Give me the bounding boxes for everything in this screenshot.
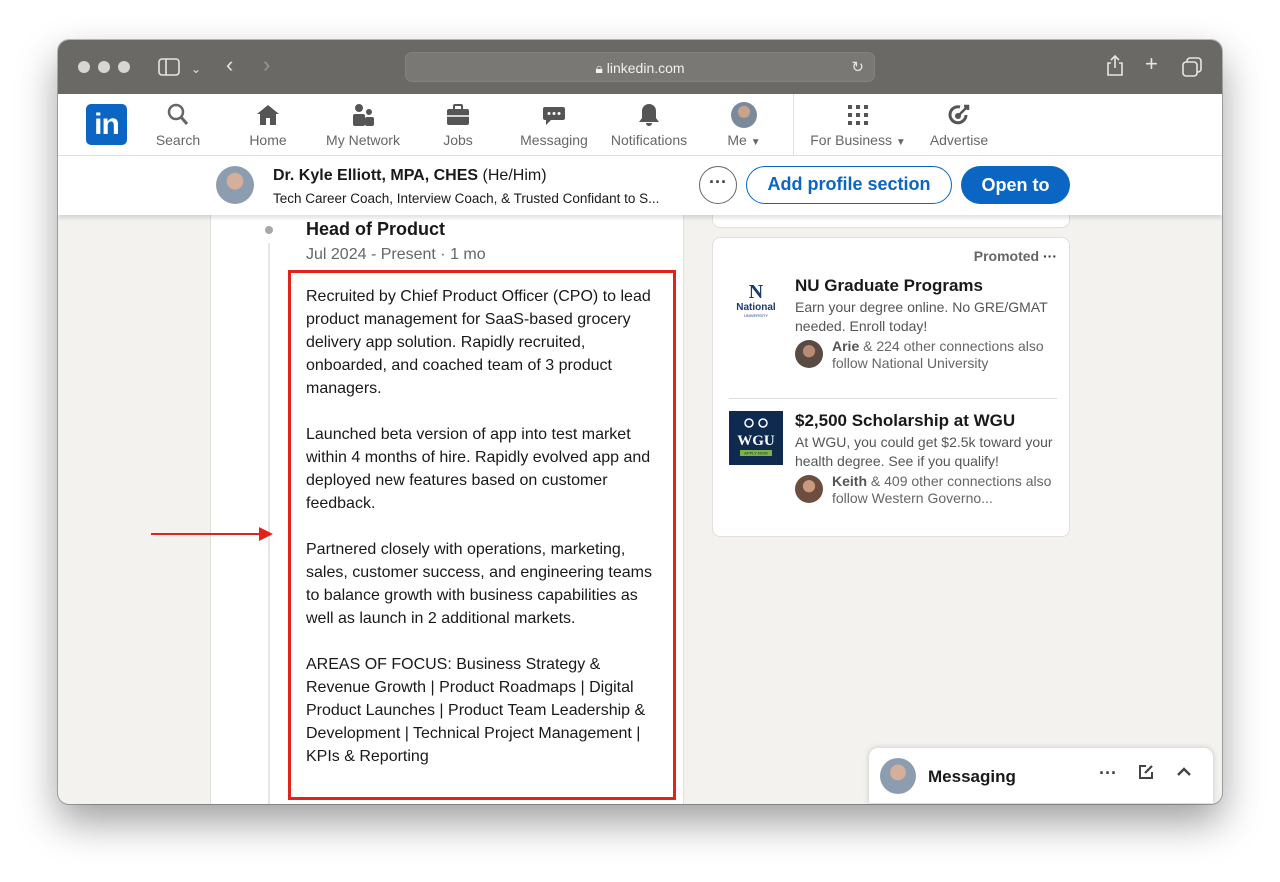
more-icon[interactable]: ···: [1043, 248, 1057, 264]
nav-divider: [793, 94, 794, 156]
nav-me-label: Me: [727, 132, 747, 148]
nav-me[interactable]: Me ▼: [722, 102, 766, 148]
sidebar-icon[interactable]: [158, 58, 180, 79]
network-icon: [320, 102, 406, 128]
annotation-arrow-head: [259, 527, 273, 541]
ad-logo-text: WGU: [737, 433, 775, 449]
linkedin-global-nav: in Search Home My Network Jobs Messaging…: [58, 94, 1222, 156]
job-description: Recruited by Chief Product Officer (CPO)…: [306, 285, 666, 791]
nav-advertise-label: Advertise: [929, 132, 989, 148]
ad-title[interactable]: NU Graduate Programs: [795, 276, 983, 296]
experience-card: Head of Product Jul 2024 - Present · 1 m…: [210, 215, 684, 804]
promoted-label: Promoted ···: [973, 248, 1057, 264]
nav-notifications[interactable]: Notifications: [606, 102, 692, 148]
ad-subtitle: Earn your degree online. No GRE/GMAT nee…: [795, 299, 1048, 334]
open-to-button[interactable]: Open to: [961, 166, 1070, 204]
more-actions-button[interactable]: ···: [699, 166, 737, 204]
tab-overview-icon[interactable]: [1182, 57, 1202, 80]
zoom-window-button[interactable]: [118, 61, 130, 73]
nav-search[interactable]: Search: [153, 102, 203, 148]
profile-avatar[interactable]: [216, 166, 254, 204]
description-paragraph: Launched beta version of app into test m…: [306, 426, 651, 512]
avatar: [880, 758, 916, 794]
ad-logo-subtext: UNIVERSITY: [744, 313, 768, 318]
ad-subtitle: At WGU, you could get $2.5k toward your …: [795, 434, 1053, 469]
ad-divider: [729, 398, 1057, 399]
svg-text:N: N: [749, 281, 764, 303]
messaging-dock[interactable]: Messaging ···: [868, 747, 1214, 804]
connection-avatar: [795, 340, 823, 368]
sticky-profile-bar: Dr. Kyle Elliott, MPA, CHES (He/Him) Tec…: [58, 156, 1222, 215]
ad-logo-subtext: APPLY NOW: [744, 451, 768, 456]
nav-for-business-label: For Business: [810, 132, 892, 148]
annotation-arrow: [151, 533, 263, 535]
browser-toolbar: ⌄ ‹ › 🔒︎ linkedin.com ↻ +: [58, 40, 1222, 94]
search-icon: [153, 102, 203, 128]
home-icon: [243, 102, 293, 128]
description-paragraph: AREAS OF FOCUS: Business Strategy & Reve…: [306, 656, 646, 765]
job-title: Head of Product: [306, 219, 446, 239]
ad-connections: Arie & 224 other connections also follow…: [832, 338, 1044, 371]
add-profile-section-button[interactable]: Add profile section: [746, 166, 952, 204]
back-icon[interactable]: ‹: [226, 54, 233, 76]
description-paragraph: Partnered closely with operations, marke…: [306, 541, 652, 627]
nav-home[interactable]: Home: [243, 102, 293, 148]
address-bar[interactable]: 🔒︎ linkedin.com ↻: [405, 52, 875, 82]
messaging-label: Messaging: [928, 767, 1016, 786]
nav-messaging-label: Messaging: [520, 132, 588, 148]
wgu-logo: WGU APPLY NOW: [729, 411, 783, 465]
ad-item[interactable]: N National UNIVERSITY NU Graduate Programs…: [729, 276, 1059, 386]
bell-icon: [606, 102, 692, 128]
ad-connections: Keith & 409 other connections also follo…: [832, 473, 1052, 506]
chat-icon: [516, 102, 592, 128]
description-paragraph: Recruited by Chief Product Officer (CPO)…: [306, 288, 651, 397]
close-window-button[interactable]: [78, 61, 90, 73]
chevron-down-icon[interactable]: ⌄: [191, 60, 201, 78]
caret-down-icon: ▼: [895, 137, 906, 148]
profile-headline: Tech Career Coach, Interview Coach, & Tr…: [273, 191, 660, 206]
reload-icon[interactable]: ↻: [851, 58, 864, 76]
nav-jobs-label: Jobs: [443, 132, 473, 148]
ad-title[interactable]: $2,500 Scholarship at WGU: [795, 411, 1015, 431]
url-text: linkedin.com: [606, 60, 685, 76]
profile-name: Dr. Kyle Elliott, MPA, CHES (He/Him): [273, 167, 547, 184]
new-tab-icon[interactable]: +: [1145, 53, 1158, 75]
nav-my-network[interactable]: My Network: [320, 102, 406, 148]
timeline-line: [268, 243, 270, 804]
grid-icon: [806, 102, 910, 128]
browser-window: ⌄ ‹ › 🔒︎ linkedin.com ↻ + in Search Home…: [58, 40, 1222, 804]
nav-for-business[interactable]: For Business ▼: [806, 102, 910, 148]
minimize-window-button[interactable]: [98, 61, 110, 73]
ad-item[interactable]: WGU APPLY NOW $2,500 Scholarship at WGU A…: [729, 411, 1059, 521]
nav-advertise[interactable]: Advertise: [926, 102, 992, 148]
nav-messaging[interactable]: Messaging: [516, 102, 592, 148]
connection-avatar: [795, 475, 823, 503]
more-icon[interactable]: ···: [1099, 763, 1117, 784]
nav-search-label: Search: [155, 132, 201, 148]
advertise-icon: [926, 102, 992, 128]
lock-icon: 🔒︎: [595, 60, 603, 76]
chevron-up-icon[interactable]: [1175, 763, 1193, 786]
compose-icon[interactable]: [1137, 763, 1155, 786]
nav-jobs[interactable]: Jobs: [438, 102, 478, 148]
forward-icon[interactable]: ›: [263, 54, 270, 76]
briefcase-icon: [438, 102, 478, 128]
national-university-logo: N National UNIVERSITY: [729, 276, 783, 330]
nav-my-network-label: My Network: [326, 132, 400, 148]
timeline-dot: [265, 226, 273, 234]
highlight-box: Recruited by Chief Product Officer (CPO)…: [288, 270, 676, 800]
nav-notifications-label: Notifications: [610, 132, 688, 148]
job-dates: Jul 2024 - Present · 1 mo: [306, 246, 486, 263]
promoted-card: Promoted ··· N National UNIVERSITY NU Grad…: [712, 237, 1070, 537]
avatar: [731, 102, 757, 128]
linkedin-logo[interactable]: in: [86, 104, 127, 145]
nav-home-label: Home: [249, 132, 287, 148]
share-icon[interactable]: [1106, 54, 1124, 80]
ad-logo-text: National: [736, 302, 776, 313]
caret-down-icon: ▼: [750, 137, 761, 148]
